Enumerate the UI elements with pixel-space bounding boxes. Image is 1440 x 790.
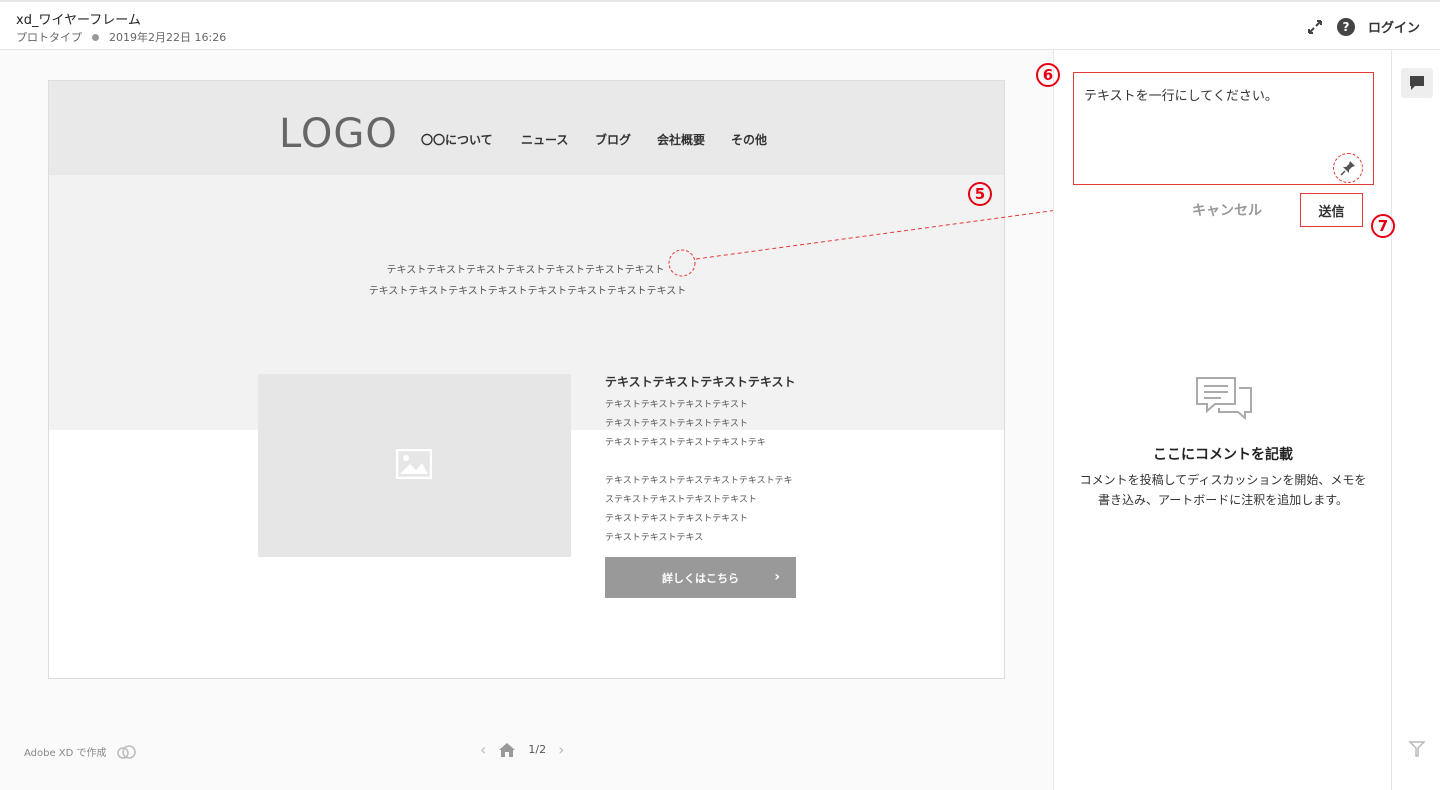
image-placeholder xyxy=(258,374,571,557)
made-with-label: Adobe XD で作成 xyxy=(24,748,107,759)
comment-icon xyxy=(1410,76,1424,90)
artboard-logo: LOGO xyxy=(279,111,398,157)
top-bar: xd_ワイヤーフレーム プロトタイプ 2019年2月22日 16:26 ? ログ… xyxy=(0,0,1440,50)
comments-empty-icon xyxy=(1196,377,1252,420)
hero-text-line: テキストテキストテキストテキストテキストテキストテキストテキスト xyxy=(368,286,687,297)
nav-item-company: 会社概要 xyxy=(657,133,706,147)
callout-5: 5 xyxy=(968,182,992,206)
nav-item-about: 〇〇について xyxy=(421,133,493,147)
section-text-line: テキストテキストテキストテキスト xyxy=(605,419,748,429)
help-icon[interactable]: ? xyxy=(1337,18,1355,36)
document-subtitle: プロトタイプ 2019年2月22日 16:26 xyxy=(16,29,226,45)
nav-item-blog: ブログ xyxy=(595,133,632,147)
home-icon[interactable] xyxy=(498,742,516,758)
artboard-header: LOGO 〇〇について ニュース ブログ 会社概要 その他 xyxy=(49,81,1004,175)
section-text-line: テキストテキストテキストテキスト xyxy=(605,400,748,410)
creative-cloud-icon xyxy=(116,744,136,759)
callout-6: 6 xyxy=(1036,63,1060,87)
artboard[interactable]: LOGO 〇〇について ニュース ブログ 会社概要 その他 テキストテキストテキ… xyxy=(48,80,1005,679)
prev-page-icon[interactable]: ‹ xyxy=(480,740,486,759)
nav-item-other: その他 xyxy=(731,133,768,147)
cancel-button[interactable]: キャンセル xyxy=(1192,200,1262,220)
flag-icon[interactable] xyxy=(1408,740,1426,758)
image-icon xyxy=(396,449,432,479)
fullscreen-icon[interactable] xyxy=(1306,18,1324,36)
section-text-line: ステキストテキストテキストテキスト xyxy=(605,495,757,505)
comments-toggle-button[interactable] xyxy=(1401,68,1433,98)
comment-input[interactable]: テキストを一行にしてください。 xyxy=(1073,72,1374,185)
document-date: 2019年2月22日 16:26 xyxy=(109,31,227,44)
section-text-line: テキストテキストテキストテキスト xyxy=(605,514,748,524)
pin-button[interactable] xyxy=(1333,153,1363,183)
right-rail xyxy=(1391,50,1440,790)
next-page-icon[interactable]: › xyxy=(558,740,564,759)
document-type: プロトタイプ xyxy=(16,31,82,44)
pin-icon xyxy=(1340,161,1355,176)
document-title: xd_ワイヤーフレーム xyxy=(16,13,141,28)
section-text-line: テキストテキストテキス xyxy=(605,533,704,543)
hero-text-line: テキストテキストテキストテキストテキストテキストテキスト xyxy=(386,265,665,276)
comment-input-value: テキストを一行にしてください。 xyxy=(1084,89,1278,104)
empty-state-body: コメントを投稿してディスカッションを開始、メモを書き込み、アートボードに注釈を追… xyxy=(1079,473,1367,507)
learn-more-button[interactable]: 詳しくはこちら › xyxy=(605,557,796,598)
send-button[interactable]: 送信 xyxy=(1300,193,1363,227)
login-link[interactable]: ログイン xyxy=(1368,17,1420,36)
separator-dot-icon xyxy=(92,33,99,41)
callout-7: 7 xyxy=(1371,214,1395,238)
section-heading: テキストテキストテキストテキスト xyxy=(605,375,796,389)
page-navigator: ‹ 1/2 › xyxy=(480,740,565,759)
page-indicator: 1/2 xyxy=(528,743,547,756)
learn-more-label: 詳しくはこちら xyxy=(662,571,739,585)
section-text-line: テキストテキストテキストテキストテキ xyxy=(605,438,766,448)
made-with-xd[interactable]: Adobe XD で作成 xyxy=(24,744,137,759)
empty-state-title: ここにコメントを記載 xyxy=(1153,447,1293,463)
nav-item-news: ニュース xyxy=(521,133,569,147)
comment-panel: テキストを一行にしてください。 キャンセル 送信 ここにコメントを記載 コメント… xyxy=(1053,50,1391,790)
chevron-right-icon: › xyxy=(774,569,780,585)
section-text-line: テキストテキストテキステキストテキストテキ xyxy=(605,476,793,486)
